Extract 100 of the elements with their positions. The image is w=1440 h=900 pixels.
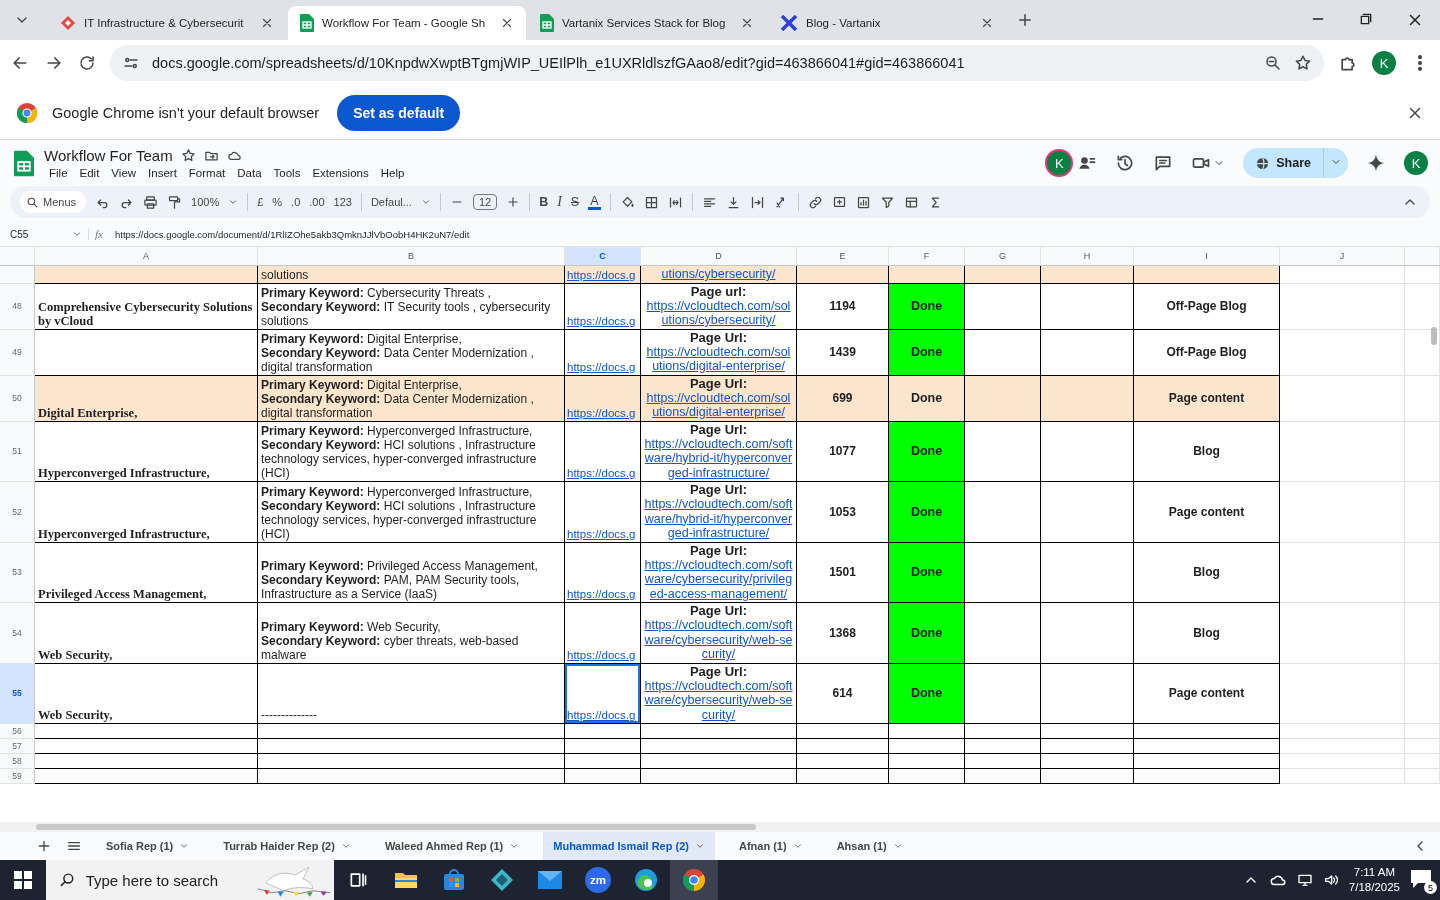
column-header[interactable]: C: [565, 247, 641, 265]
menu-item[interactable]: File: [44, 165, 73, 180]
diamond-app-icon[interactable]: [490, 868, 514, 892]
row-header[interactable]: 58: [0, 754, 35, 769]
cell-link[interactable]: https://docs.g: [567, 405, 636, 420]
chart-icon[interactable]: [855, 194, 871, 210]
sheets-logo-icon[interactable]: [14, 149, 34, 177]
zoom-out-icon[interactable]: [1264, 54, 1282, 72]
profile-avatar[interactable]: K: [1372, 51, 1396, 75]
browser-tab[interactable]: Blog - Vartanix: [768, 6, 1006, 40]
cell-link[interactable]: https://docs.g: [567, 708, 636, 722]
borders-icon[interactable]: [643, 194, 659, 210]
clock-date[interactable]: 7/18/2025: [1348, 880, 1400, 895]
font-select[interactable]: Defaul...: [370, 196, 412, 208]
cell-link[interactable]: https://docs.g: [567, 359, 636, 374]
chrome-logo-icon[interactable]: [682, 868, 706, 892]
new-tab-icon[interactable]: [1016, 11, 1034, 29]
row-header[interactable]: 55: [0, 663, 35, 724]
cell-link[interactable]: https://vcloudtech.com/solutions/cybersecurity/: [644, 298, 793, 328]
cell-link[interactable]: https://vcloudtech.com/software/hybrid-it/hyperconverged-infrastructure/: [644, 497, 793, 541]
bold-button[interactable]: B: [539, 195, 549, 209]
browser-tab[interactable]: IT Infrastructure & Cybersecurit: [48, 6, 286, 40]
row-header[interactable]: 54: [0, 603, 35, 664]
zoom-app-icon[interactable]: zm: [585, 867, 611, 893]
row-header[interactable]: 51: [0, 421, 35, 482]
column-header[interactable]: J: [1280, 247, 1405, 265]
sheet-tab[interactable]: Afnan (1): [728, 832, 813, 860]
reload-icon[interactable]: [78, 54, 96, 72]
italic-button[interactable]: I: [557, 194, 562, 210]
sheet-tab[interactable]: Muhammad Ismail Rep (2): [543, 832, 715, 860]
cell-link[interactable]: https://vcloudtech.com/software/hybrid-it/hyperconverged-infrastructure/: [644, 436, 793, 480]
cell-link[interactable]: https://docs.g: [567, 526, 636, 541]
menu-item[interactable]: Format: [183, 165, 231, 180]
clock-time[interactable]: 7:11 AM: [1348, 865, 1400, 880]
menu-item[interactable]: Edit: [74, 165, 105, 180]
caret-icon[interactable]: [72, 229, 82, 239]
cell-link[interactable]: https://docs.g: [567, 267, 636, 282]
address-bar[interactable]: docs.google.com/spreadsheets/d/10KnpdwXwptBTgmjWIP_UEIlPlh_e1UXRldlszfGAao8/edit?gid=463866041#gid=463866041: [110, 45, 1324, 81]
number-format-button[interactable]: 123: [333, 196, 352, 208]
filter-icon[interactable]: [879, 194, 895, 210]
row-header[interactable]: 48: [0, 283, 35, 330]
notification-button[interactable]: 5: [1410, 869, 1434, 891]
column-header[interactable]: E: [797, 247, 889, 265]
menu-item[interactable]: Insert: [143, 165, 182, 180]
cell-link[interactable]: https://vcloudtech.com/solutions/digital-enterprise/: [644, 390, 793, 420]
strikethrough-button[interactable]: S: [570, 195, 580, 209]
star-icon[interactable]: [1294, 54, 1312, 72]
text-color-button[interactable]: A: [588, 194, 601, 210]
scrollbar-thumb[interactable]: [36, 824, 756, 830]
column-header[interactable]: F: [889, 247, 965, 265]
close-icon[interactable]: [260, 16, 274, 30]
cell-link[interactable]: https://vcloudtech.com/software/cybersecurity/web-security/: [644, 678, 793, 722]
add-comment-icon[interactable]: [831, 194, 847, 210]
table-icon[interactable]: [903, 194, 919, 210]
column-header[interactable]: G: [965, 247, 1041, 265]
set-default-button[interactable]: Set as default: [337, 94, 461, 131]
row-header[interactable]: 56: [0, 724, 35, 739]
cell-link[interactable]: https://docs.g: [567, 587, 636, 601]
cell-link[interactable]: https://vcloudtech.com/software/cybersecurity/privileged-access-management/: [644, 557, 793, 601]
wrap-icon[interactable]: [749, 194, 765, 210]
plus-icon[interactable]: [506, 195, 521, 209]
star-icon[interactable]: [180, 147, 196, 163]
document-title[interactable]: Workflow For Team: [44, 146, 173, 164]
comment-icon[interactable]: [1153, 153, 1174, 173]
column-header[interactable]: A: [35, 247, 258, 265]
zoom-select[interactable]: 100%: [191, 196, 220, 208]
row-header[interactable]: 49: [0, 329, 35, 376]
menu-item[interactable]: Help: [375, 165, 410, 180]
account-avatar[interactable]: K: [1404, 151, 1428, 175]
row-header[interactable]: 59: [0, 769, 35, 784]
edge-icon[interactable]: [634, 868, 658, 892]
sparkle-icon[interactable]: [1366, 153, 1386, 173]
volume-icon[interactable]: [1322, 872, 1339, 888]
store-icon[interactable]: [443, 869, 465, 891]
menu-item[interactable]: View: [106, 165, 142, 180]
caret-icon[interactable]: [420, 197, 431, 207]
network-icon[interactable]: [1296, 872, 1313, 888]
print-icon[interactable]: [143, 194, 159, 210]
column-header[interactable]: H: [1041, 247, 1134, 265]
row-header[interactable]: 52: [0, 482, 35, 543]
menu-item[interactable]: Data: [232, 165, 267, 180]
folder-icon[interactable]: [394, 870, 418, 890]
formula-text[interactable]: https://docs.google.com/document/d/1RlIZOhe5akb3QmknJJlVbOobH4HK2uN7/edit: [114, 228, 470, 240]
link-icon[interactable]: [807, 194, 823, 210]
caret-icon[interactable]: [228, 197, 239, 207]
paint-format-icon[interactable]: [167, 194, 183, 210]
menu-search-field[interactable]: Menus: [20, 191, 87, 213]
sheet-tab[interactable]: Ahsan (1): [826, 832, 913, 860]
scrollbar-thumb[interactable]: [1431, 327, 1437, 345]
merge-icon[interactable]: [667, 194, 683, 210]
row-header[interactable]: 57: [0, 739, 35, 754]
close-icon[interactable]: [500, 16, 514, 30]
taskbar-search-bar[interactable]: Type here to search: [46, 860, 334, 900]
sheet-tab[interactable]: Sofia Rep (1): [96, 832, 200, 860]
cell-link[interactable]: https://docs.g: [567, 466, 636, 480]
search-input[interactable]: Type here to search: [83, 870, 248, 890]
font-size-field[interactable]: 12: [472, 194, 498, 210]
column-header[interactable]: I: [1134, 247, 1280, 265]
decrease-decimals-button[interactable]: .0: [291, 196, 301, 208]
browser-tab[interactable]: Vartanix Services Stack for Blog: [528, 6, 766, 40]
